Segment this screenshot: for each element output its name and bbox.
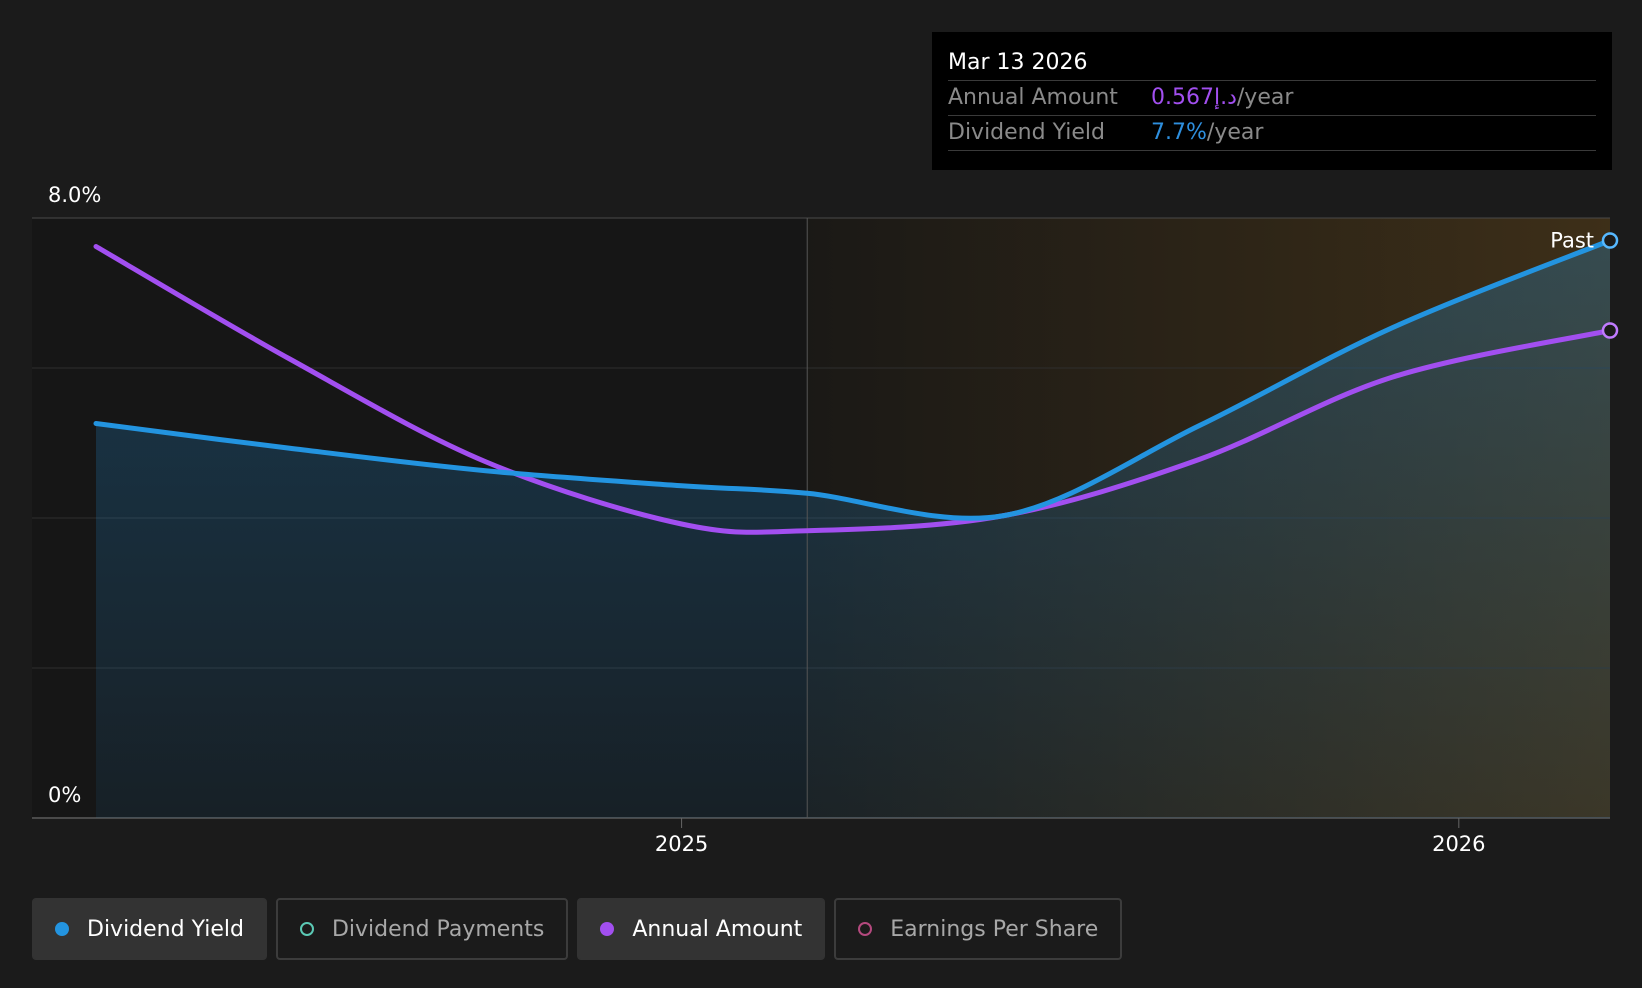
dividend-yield-end-point[interactable] (1601, 232, 1619, 249)
x-tick-label: 2026 (1432, 832, 1485, 856)
tooltip-row-dividend-yield: Dividend Yield 7.7% /year (948, 116, 1596, 151)
tooltip-label: Annual Amount (948, 85, 1118, 110)
legend-label: Annual Amount (632, 916, 803, 942)
annual-amount-end-point[interactable] (1601, 322, 1619, 339)
legend-item-dividend-payments[interactable]: Dividend Payments (275, 898, 569, 960)
tooltip-value: 7.7% (1151, 120, 1207, 145)
legend-dot-icon (55, 922, 69, 936)
tooltip-row-annual-amount: Annual Amount 0.567د.إ /year (948, 81, 1596, 116)
legend-item-annual-amount[interactable]: Annual Amount (577, 898, 826, 960)
y-tick-label-bottom: 0% (48, 783, 81, 807)
tooltip-date: Mar 13 2026 (948, 46, 1596, 81)
legend-dot-icon (858, 922, 873, 936)
legend-item-dividend-yield[interactable]: Dividend Yield (32, 898, 267, 960)
tooltip-suffix: /year (1206, 120, 1264, 145)
legend-label: Dividend Yield (87, 916, 244, 942)
tooltip-label: Dividend Yield (948, 120, 1105, 145)
x-tick-label: 2025 (655, 832, 708, 856)
y-tick-label-top: 8.0% (48, 183, 101, 207)
tooltip: Mar 13 2026 Annual Amount 0.567د.إ /year… (932, 32, 1612, 170)
tooltip-value: 0.567د.إ (1151, 85, 1237, 110)
tooltip-suffix: /year (1236, 85, 1294, 110)
x-axis: 2025 2026 (655, 818, 1486, 856)
past-label: Past (1550, 229, 1594, 253)
legend: Dividend Yield Dividend Payments Annual … (32, 898, 1123, 960)
legend-dot-icon (299, 922, 314, 936)
legend-dot-icon (600, 922, 615, 936)
legend-item-earnings-per-share[interactable]: Earnings Per Share (834, 898, 1123, 960)
legend-label: Earnings Per Share (890, 916, 1099, 942)
legend-label: Dividend Payments (331, 916, 545, 942)
